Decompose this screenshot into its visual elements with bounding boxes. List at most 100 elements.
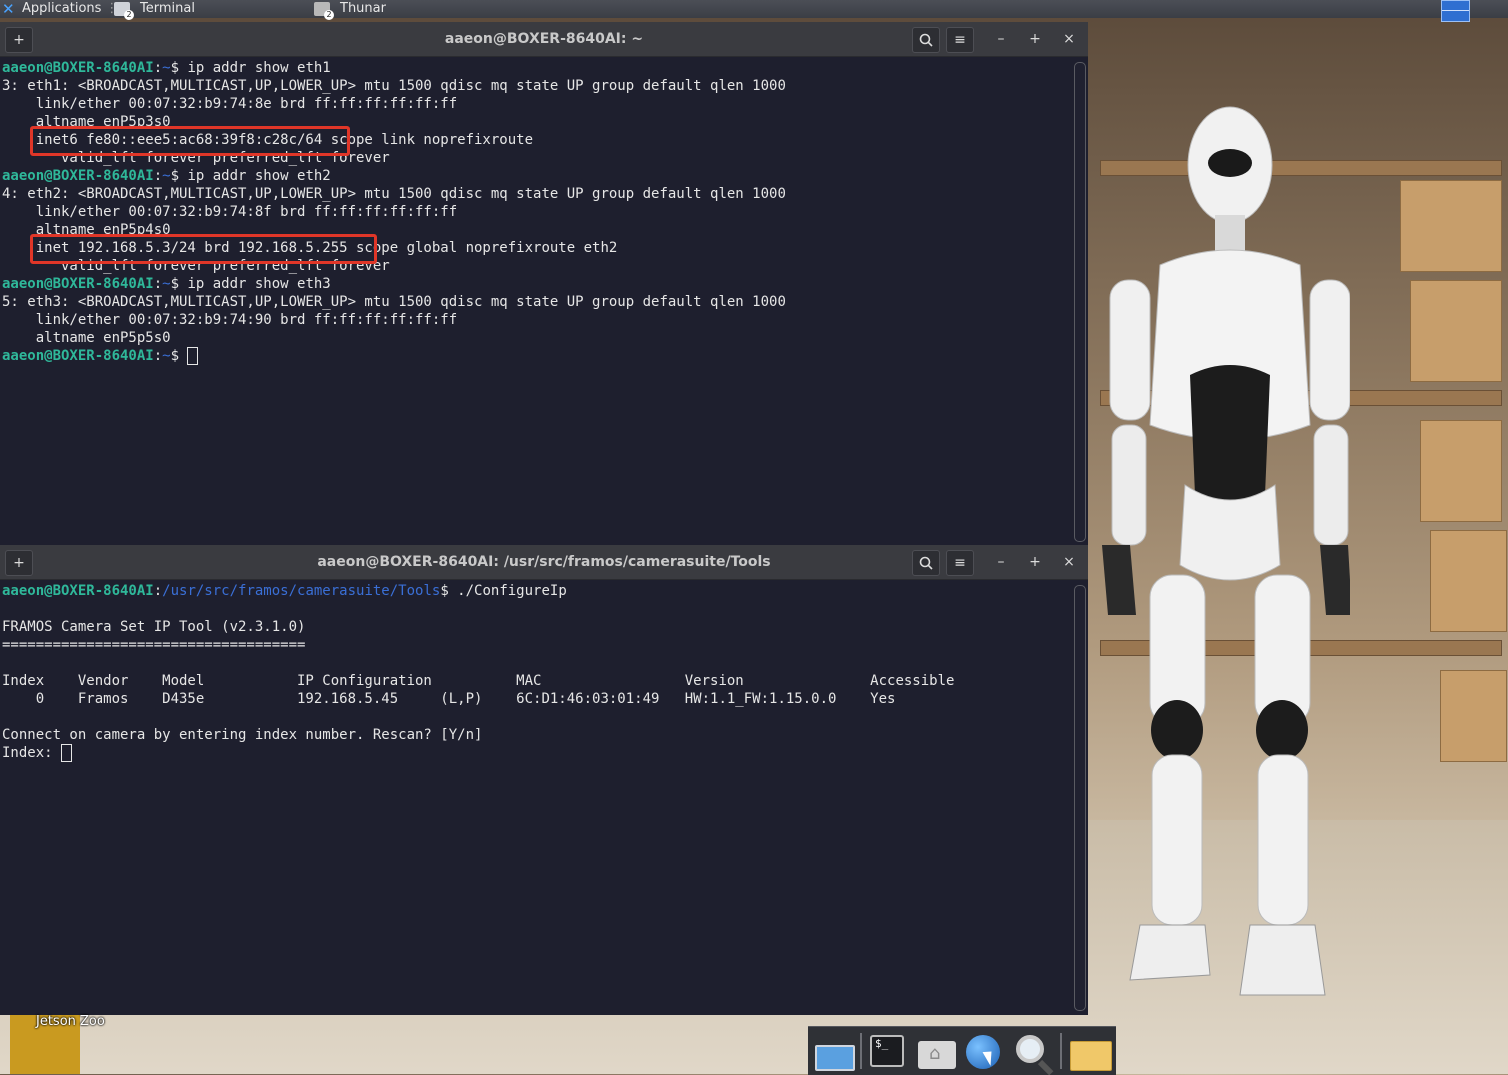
cardboard-box (1420, 420, 1502, 522)
prompt-user: aaeon@BOXER-8640AI (2, 348, 154, 364)
prompt-command: $ (170, 348, 188, 364)
minimize-button[interactable]: – (988, 27, 1014, 51)
folder-launcher[interactable] (1068, 1031, 1112, 1071)
terminal-line: altname enP5p5s0 (2, 330, 171, 346)
magnifier-icon (1016, 1035, 1044, 1063)
hamburger-menu-icon: ≡ (954, 555, 966, 571)
dock: $_ (808, 1026, 1116, 1075)
terminal-launcher[interactable]: $_ (868, 1031, 910, 1071)
terminal-window-home: + aaeon@BOXER-8640AI: ~ ≡ – + × aaeon@BO… (0, 22, 1088, 546)
dock-separator (1060, 1033, 1062, 1069)
applications-menu-label: Applications (22, 1, 102, 16)
folder-icon (1070, 1041, 1112, 1071)
maximize-button[interactable]: + (1022, 27, 1048, 51)
prompt-path: /usr/src/framos/camerasuite/Tools (162, 583, 441, 599)
humanoid-robot-image (1102, 106, 1350, 996)
terminal-line: link/ether 00:07:32:b9:74:8e brd ff:ff:f… (2, 96, 458, 112)
prompt-command: $ ip addr show eth1 (170, 60, 331, 76)
terminal-output[interactable]: aaeon@BOXER-8640AI:/usr/src/framos/camer… (0, 580, 1072, 1015)
scrollbar[interactable] (1074, 62, 1086, 542)
terminal-icon: $_ (870, 1035, 904, 1067)
terminal-line: aaeon@BOXER-8640AI:~$ (2, 347, 199, 365)
tool-title: FRAMOS Camera Set IP Tool (v2.3.1.0) (2, 619, 306, 635)
terminal-titlebar[interactable]: + aaeon@BOXER-8640AI: /usr/src/framos/ca… (0, 545, 1088, 580)
cardboard-box (1400, 180, 1502, 272)
top-panel: ✕ Applications ⋮ 2 Terminal 2 Thunar (0, 0, 1508, 22)
terminal-line: 4: eth2: <BROADCAST,MULTICAST,UP,LOWER_U… (2, 186, 786, 202)
terminal-line: link/ether 00:07:32:b9:74:8f brd ff:ff:f… (2, 204, 458, 220)
prompt-command: $ ip addr show eth2 (170, 168, 331, 184)
applications-menu[interactable]: ✕ Applications ⋮ (2, 0, 118, 18)
search-icon (919, 33, 933, 47)
prompt-path: ~ (162, 348, 171, 364)
terminal-line: aaeon@BOXER-8640AI:~$ ip addr show eth2 (2, 167, 331, 185)
prompt-command: $ ip addr show eth3 (170, 276, 331, 292)
terminal-line: 5: eth3: <BROADCAST,MULTICAST,UP,LOWER_U… (2, 294, 786, 310)
prompt-path: ~ (162, 60, 171, 76)
prompt-user: aaeon@BOXER-8640AI (2, 60, 154, 76)
prompt-command: $ ./ConfigureIp (440, 583, 567, 599)
cardboard-box (1430, 530, 1507, 632)
terminal-line: link/ether 00:07:32:b9:74:90 brd ff:ff:f… (2, 312, 458, 328)
terminal-line: aaeon@BOXER-8640AI:/usr/src/framos/camer… (2, 582, 567, 600)
desktop-icon-jetson-zoo[interactable]: Jetson Zoo (36, 1014, 105, 1029)
search-button[interactable] (912, 550, 940, 576)
xfce-logo-icon: ✕ (2, 0, 15, 18)
show-desktop-button[interactable] (812, 1031, 855, 1071)
search-icon (919, 556, 933, 570)
cardboard-box (1410, 280, 1502, 382)
app-finder-launcher[interactable] (1012, 1031, 1054, 1071)
home-folder-launcher[interactable] (916, 1031, 958, 1071)
prompt-user: aaeon@BOXER-8640AI (2, 583, 154, 599)
menu-button[interactable]: ≡ (946, 27, 974, 53)
search-button[interactable] (912, 27, 940, 53)
desktop-icon (815, 1045, 855, 1071)
tool-rule: ==================================== (2, 637, 306, 653)
prompt-user: aaeon@BOXER-8640AI (2, 276, 154, 292)
close-button[interactable]: × (1056, 550, 1082, 574)
window-count-badge: 2 (324, 10, 334, 20)
terminal-titlebar[interactable]: + aaeon@BOXER-8640AI: ~ ≡ – + × (0, 22, 1088, 57)
menu-button[interactable]: ≡ (946, 550, 974, 576)
taskbar-terminal-button[interactable]: 2 Terminal (114, 0, 195, 20)
home-folder-icon (918, 1041, 956, 1069)
prompt-user: aaeon@BOXER-8640AI (2, 168, 154, 184)
terminal-window-icon: 2 (114, 2, 134, 20)
maximize-button[interactable]: + (1022, 550, 1048, 574)
table-header: Index Vendor Model IP Configuration MAC … (2, 673, 955, 689)
window-count-badge: 2 (124, 10, 134, 20)
table-row: 0 Framos D435e 192.168.5.45 (L,P) 6C:D1:… (2, 691, 896, 707)
workspace-switcher[interactable] (1441, 0, 1470, 22)
web-browser-launcher[interactable] (964, 1031, 1006, 1071)
taskbar-terminal-label: Terminal (140, 1, 195, 16)
taskbar-thunar-label: Thunar (340, 1, 386, 16)
globe-icon (966, 1035, 1000, 1069)
terminal-output[interactable]: aaeon@BOXER-8640AI:~$ ip addr show eth1 … (0, 57, 1072, 546)
terminal-line: aaeon@BOXER-8640AI:~$ ip addr show eth3 (2, 275, 331, 293)
text-cursor (61, 744, 73, 762)
prompt-path: ~ (162, 168, 171, 184)
prompt-separator: : (153, 276, 163, 292)
cardboard-box (1440, 670, 1507, 762)
terminal-line: aaeon@BOXER-8640AI:~$ ip addr show eth1 (2, 59, 331, 77)
prompt-path: ~ (162, 276, 171, 292)
folder-window-icon: 2 (314, 2, 334, 20)
scrollbar[interactable] (1074, 585, 1086, 1011)
index-prompt: Index: (2, 745, 62, 761)
hamburger-menu-icon: ≡ (954, 32, 966, 48)
rescan-question: Connect on camera by entering index numb… (2, 727, 483, 743)
prompt-separator: : (153, 583, 163, 599)
text-cursor (187, 347, 199, 365)
index-input-line[interactable]: Index: (2, 744, 73, 762)
minimize-button[interactable]: – (988, 550, 1014, 574)
terminal-window-tools: + aaeon@BOXER-8640AI: /usr/src/framos/ca… (0, 545, 1088, 1015)
highlight-box-inet (30, 234, 377, 264)
taskbar-thunar-button[interactable]: 2 Thunar (314, 0, 386, 20)
close-button[interactable]: × (1056, 27, 1082, 51)
dock-separator (860, 1033, 862, 1069)
highlight-box-inet6 (30, 126, 350, 156)
prompt-separator: : (153, 60, 163, 76)
prompt-separator: : (153, 168, 163, 184)
terminal-line: 3: eth1: <BROADCAST,MULTICAST,UP,LOWER_U… (2, 78, 786, 94)
prompt-separator: : (153, 348, 163, 364)
